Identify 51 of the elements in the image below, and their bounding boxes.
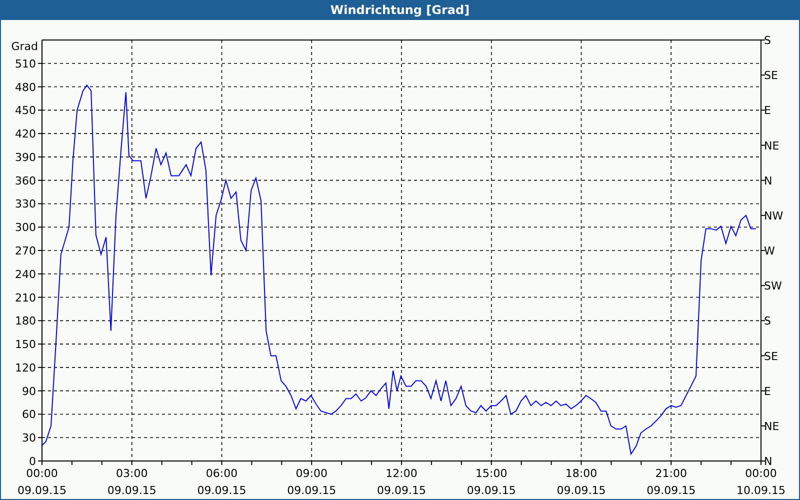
x-tick-date: 09.09.15 [197,484,246,497]
direction-label: NE [764,420,780,433]
y-tick-label: 510 [15,57,36,70]
x-tick-label: 03:00 [116,467,148,480]
x-tick-label: 12:00 [386,467,418,480]
axis-title: Grad [11,40,38,53]
x-tick-label: 15:00 [476,467,508,480]
x-tick-date: 09.09.15 [18,484,66,497]
direction-label: W [764,244,775,258]
x-tick-label: 21:00 [655,467,687,480]
y-tick-label: 300 [15,221,36,234]
x-tick-label: 09:00 [296,467,328,480]
x-tick-date: 09.09.15 [466,484,516,497]
x-tick-label: 00:00 [745,467,777,480]
y-tick-label: 420 [15,128,36,141]
x-tick-label: 18:00 [565,467,598,480]
x-tick-date: 09.09.15 [556,484,606,497]
x-tick-date: 09.09.15 [107,484,156,497]
y-tick-label: 480 [15,80,36,94]
x-tick-label: 06:00 [206,467,238,480]
x-tick-label: 00:00 [26,467,58,480]
direction-label: E [764,104,771,118]
direction-label: S [764,314,771,328]
y-tick-label: 240 [15,268,36,281]
y-tick-label: 180 [15,314,36,328]
direction-label: E [764,384,771,398]
y-tick-label: 150 [15,338,36,352]
y-tick-label: 210 [15,291,36,304]
y-tick-label: 30 [22,432,36,445]
x-tick-date: 10.09.15 [736,484,786,497]
direction-label: SE [764,350,778,363]
direction-label: N [764,455,772,468]
direction-label: N [764,174,772,188]
y-tick-label: 270 [15,244,36,258]
y-tick-label: 90 [22,384,36,398]
y-tick-label: 450 [15,104,36,118]
x-tick-date: 09.09.15 [287,484,336,497]
direction-label: SW [764,280,782,293]
y-tick-label: 360 [15,174,36,188]
y-tick-label: 60 [22,408,36,422]
y-tick-label: 120 [15,361,36,374]
direction-label: SE [764,69,778,82]
direction-label: NW [764,209,784,222]
x-tick-date: 09.09.15 [377,484,426,497]
y-tick-label: 390 [15,150,36,164]
y-tick-label: 0 [29,455,36,468]
y-tick-label: 330 [15,198,36,211]
x-tick-date: 09.09.15 [646,484,696,497]
window-title: Windrichtung [Grad] [330,3,470,17]
direction-label: S [764,34,771,47]
direction-label: NE [764,139,780,152]
